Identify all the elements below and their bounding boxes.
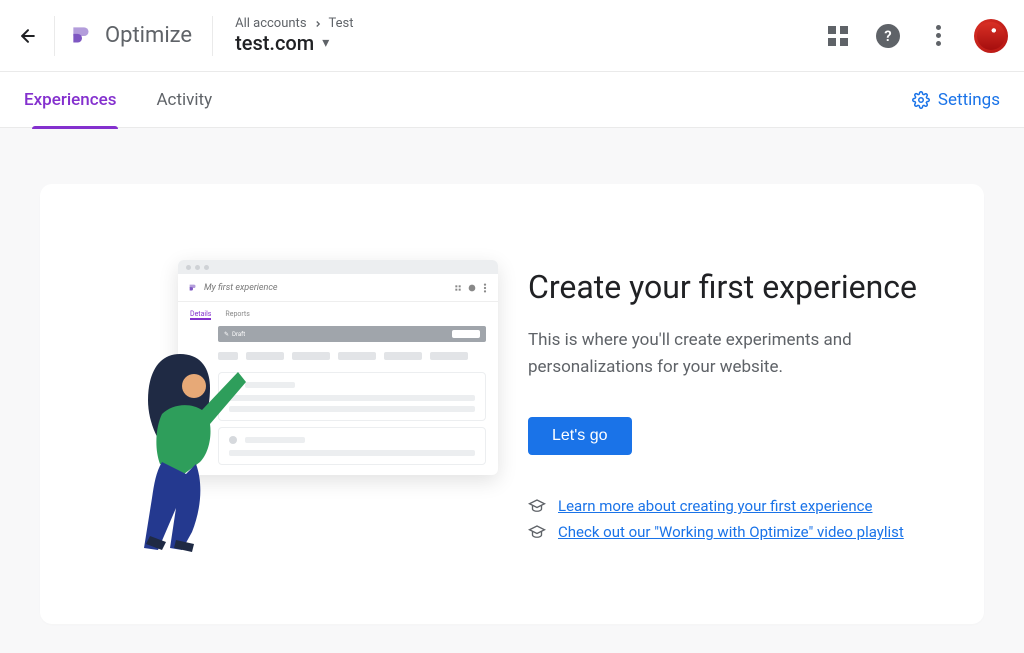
container-name: test.com [235, 31, 314, 55]
main-area: My first experience Details Reports ✎ Dr… [0, 128, 1024, 653]
breadcrumb-root: All accounts [235, 16, 306, 31]
back-button[interactable] [8, 16, 48, 56]
settings-label: Settings [938, 90, 1000, 110]
learn-more-link[interactable]: Learn more about creating your first exp… [558, 497, 872, 515]
account-selector[interactable]: All accounts Test test.com ▾ [235, 16, 353, 55]
divider [212, 16, 213, 56]
product-logo-block[interactable]: Optimize [69, 23, 192, 49]
arrow-left-icon [18, 26, 38, 46]
container-dropdown[interactable]: test.com ▾ [235, 31, 353, 55]
optimize-logo-icon [69, 23, 95, 49]
gear-icon [912, 91, 930, 109]
help-button[interactable]: ? [874, 22, 902, 50]
empty-state-heading: Create your first experience [528, 267, 944, 307]
kebab-icon [936, 25, 941, 46]
account-avatar[interactable] [974, 19, 1008, 53]
breadcrumb-leaf: Test [329, 16, 354, 31]
caret-down-icon: ▾ [322, 35, 329, 51]
tab-experiences[interactable]: Experiences [24, 72, 116, 128]
breadcrumb: All accounts Test [235, 16, 353, 31]
graduation-cap-icon [528, 497, 546, 515]
tab-activity[interactable]: Activity [156, 72, 212, 128]
empty-state-copy: Create your first experience This is whe… [498, 267, 944, 541]
more-menu-button[interactable] [924, 22, 952, 50]
apps-grid-icon [828, 26, 848, 46]
divider [54, 16, 55, 56]
settings-link[interactable]: Settings [912, 90, 1000, 110]
empty-state-description: This is where you'll create experiments … [528, 327, 944, 381]
person-illustration-icon [132, 344, 252, 554]
empty-state-illustration: My first experience Details Reports ✎ Dr… [68, 254, 498, 554]
app-header: Optimize All accounts Test test.com ▾ ? [0, 0, 1024, 72]
chevron-right-icon [313, 19, 323, 29]
tabs-bar: Experiences Activity Settings [0, 72, 1024, 128]
header-actions: ? [824, 19, 1008, 53]
graduation-cap-icon [528, 523, 546, 541]
empty-state-card: My first experience Details Reports ✎ Dr… [40, 184, 984, 624]
video-playlist-link[interactable]: Check out our "Working with Optimize" vi… [558, 523, 904, 541]
product-name: Optimize [105, 23, 192, 48]
help-icon: ? [876, 24, 900, 48]
lets-go-button[interactable]: Let's go [528, 417, 632, 455]
apps-button[interactable] [824, 22, 852, 50]
